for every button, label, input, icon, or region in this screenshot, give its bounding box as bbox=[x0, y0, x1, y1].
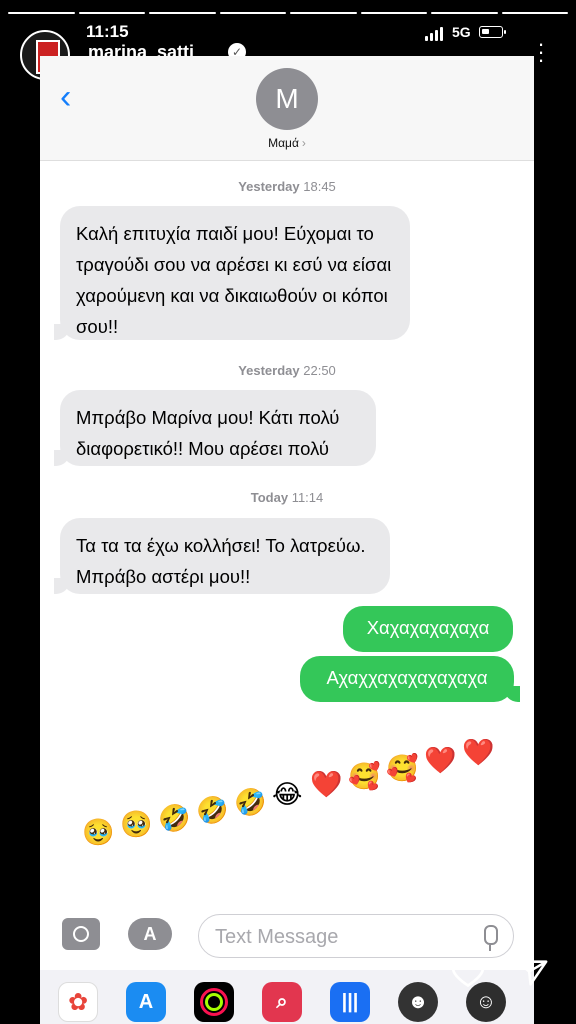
progress-segment bbox=[8, 12, 75, 14]
emoji: ❤️ bbox=[462, 737, 495, 767]
photos-app-icon[interactable]: ✿ bbox=[58, 982, 98, 1022]
timestamp: Yesterday 22:50 bbox=[238, 363, 336, 378]
emoji: 🤣 bbox=[196, 795, 229, 825]
contact-avatar[interactable]: M bbox=[256, 68, 318, 130]
bubble-tail bbox=[54, 324, 70, 340]
progress-segment bbox=[290, 12, 357, 14]
outgoing-message[interactable]: Χαχαχαχαχαχα bbox=[343, 606, 513, 652]
contact-name-label: Μαμά bbox=[268, 136, 299, 150]
microphone-icon[interactable] bbox=[484, 925, 498, 951]
emoji: 🥰 bbox=[348, 761, 381, 791]
web-search-app-icon[interactable]: ⌕ bbox=[262, 982, 302, 1022]
emoji: 🤣 bbox=[158, 803, 191, 833]
bubble-tail bbox=[54, 450, 70, 466]
voice-memo-app-icon[interactable]: ||| bbox=[330, 982, 370, 1022]
emoji: 😂 bbox=[272, 779, 303, 809]
memoji-app-icon[interactable]: ☻ bbox=[398, 982, 438, 1022]
progress-segment bbox=[431, 12, 498, 14]
message-input[interactable] bbox=[213, 923, 467, 951]
incoming-message[interactable]: Μπράβο Μαρίνα μου! Κάτι πολύ διαφορετικό… bbox=[60, 390, 376, 466]
more-options-icon[interactable]: · · · bbox=[537, 33, 545, 71]
message-field[interactable] bbox=[198, 914, 514, 958]
chevron-right-icon: › bbox=[301, 136, 306, 150]
emoji: 🤣 bbox=[234, 787, 267, 817]
progress-segment bbox=[501, 12, 568, 14]
messages-screenshot: ‹ M Μαμά › Yesterday 18:45 Καλή επιτυχία … bbox=[40, 56, 534, 970]
emoji: 🥹 bbox=[82, 817, 115, 847]
emoji: 🥰 bbox=[386, 753, 419, 783]
incoming-message[interactable]: Καλή επιτυχία παιδί μου! Εύχομαι το τραγ… bbox=[60, 206, 410, 340]
network-label: 5G bbox=[452, 24, 471, 40]
timestamp: Yesterday 18:45 bbox=[238, 179, 336, 194]
emoji: ❤️ bbox=[310, 769, 343, 799]
send-direct-icon[interactable] bbox=[514, 956, 550, 990]
chevron-left-icon[interactable]: ‹ bbox=[60, 80, 71, 114]
progress-segment bbox=[78, 12, 145, 14]
emoji: 🥹 bbox=[120, 809, 153, 839]
signal-icon bbox=[425, 27, 443, 41]
bubble-tail bbox=[504, 686, 520, 702]
emoji: ❤️ bbox=[424, 745, 457, 775]
progress-segment bbox=[149, 12, 216, 14]
story-progress-bar bbox=[8, 12, 568, 14]
timestamp: Today 11:14 bbox=[250, 490, 324, 505]
progress-segment bbox=[219, 12, 286, 14]
progress-segment bbox=[360, 12, 427, 14]
bubble-tail bbox=[54, 578, 70, 594]
status-time: 11:15 bbox=[86, 22, 129, 41]
incoming-message[interactable]: Τα τα τα έχω κολλήσει! Το λατρεύω. Μπράβ… bbox=[60, 518, 390, 594]
instagram-story: 11:15 5G marina_satti ✓ · · · ‹ M Μαμά › Ye… bbox=[0, 0, 576, 1024]
conversation-header: ‹ M Μαμά › bbox=[40, 56, 534, 161]
outgoing-message[interactable]: Αχαχχαχαχαχαχαχα bbox=[300, 656, 514, 702]
appstore-app-icon[interactable]: A bbox=[126, 982, 166, 1022]
app-store-icon[interactable]: A bbox=[128, 918, 172, 950]
status-bar: 11:15 5G bbox=[0, 20, 576, 48]
camera-icon[interactable] bbox=[62, 918, 100, 950]
like-heart-icon[interactable] bbox=[450, 954, 486, 990]
contact-name[interactable]: Μαμά › bbox=[40, 136, 534, 150]
fitness-app-icon[interactable] bbox=[194, 982, 234, 1022]
battery-icon bbox=[479, 26, 506, 38]
